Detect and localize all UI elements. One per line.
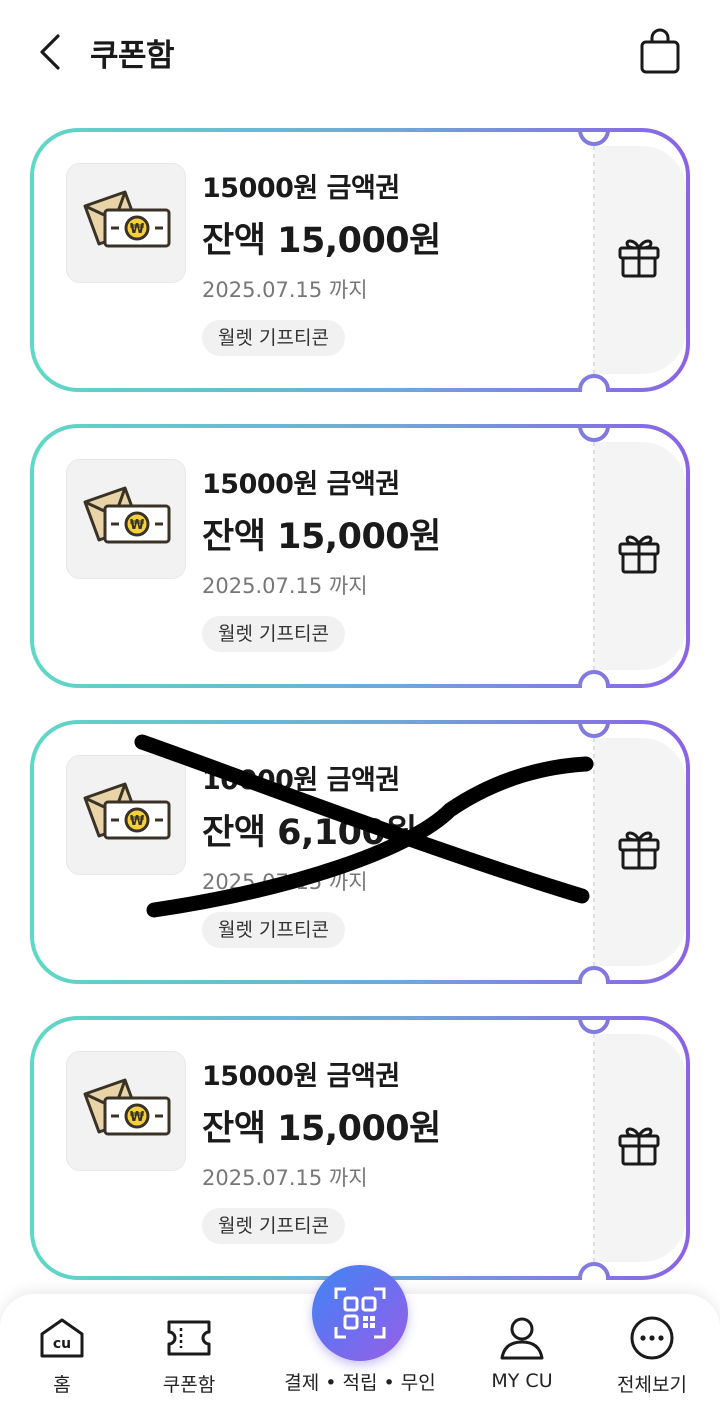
coupon-expiry: 2025.07.15 까지 (202, 278, 368, 302)
chevron-left-icon (40, 34, 60, 70)
qr-code-icon (334, 1287, 386, 1339)
coupon-balance: 잔액 6,100원 (202, 813, 418, 853)
coupon-expiry: 2025.07.15 까지 (202, 574, 368, 598)
svg-text:₩: ₩ (130, 222, 145, 237)
gift-button[interactable] (614, 824, 664, 874)
coupon-card[interactable]: ₩ 10000원 금액권 잔액 6,100원 2025.07.15 까지 월렛 … (30, 720, 690, 984)
coupon-card[interactable]: ₩ 15000원 금액권 잔액 15,000원 2025.07.15 까지 월렛… (30, 128, 690, 392)
coupon-balance: 잔액 15,000원 (202, 517, 441, 557)
gift-icon (618, 239, 660, 278)
nav-label-pay-earn[interactable]: 결제 • 적립 • 무인 (260, 1368, 460, 1395)
nav-label-view-all: 전체보기 (617, 1374, 687, 1396)
coupon-name: 10000원 금액권 (202, 765, 400, 796)
ticket-icon (167, 1320, 211, 1356)
coupon-name: 15000원 금액권 (202, 173, 400, 204)
gift-button[interactable] (614, 528, 664, 578)
coupon-tag: 월렛 기프티콘 (202, 616, 345, 652)
gift-icon (618, 831, 660, 870)
coupon-tag: 월렛 기프티콘 (202, 912, 345, 948)
coupon-image: ₩ (66, 163, 186, 283)
coupon-card[interactable]: ₩ 15000원 금액권 잔액 15,000원 2025.07.15 까지 월렛… (30, 1016, 690, 1280)
coupon-image: ₩ (66, 1051, 186, 1171)
money-envelope-icon: ₩ (83, 486, 171, 544)
more-icon (630, 1316, 674, 1360)
coupon-balance: 잔액 15,000원 (202, 221, 441, 261)
shopping-bag-button[interactable] (634, 26, 686, 78)
coupon-balance: 잔액 15,000원 (202, 1109, 441, 1149)
coupon-tag: 월렛 기프티콘 (202, 320, 345, 356)
back-button[interactable] (30, 28, 74, 76)
coupon-image: ₩ (66, 755, 186, 875)
nav-label-coupons: 쿠폰함 (162, 1374, 216, 1396)
svg-text:₩: ₩ (130, 1110, 145, 1125)
nav-item-coupons[interactable]: 쿠폰함 (124, 1294, 254, 1414)
gift-icon (618, 1127, 660, 1166)
money-envelope-icon: ₩ (83, 782, 171, 840)
home-cu-icon: cu (40, 1318, 84, 1358)
coupon-expiry: 2025.07.15 까지 (202, 870, 368, 894)
nav-item-view-all[interactable]: 전체보기 (587, 1294, 717, 1414)
nav-item-home[interactable]: cu 홈 (0, 1294, 127, 1414)
money-envelope-icon: ₩ (83, 1078, 171, 1136)
coupon-tag: 월렛 기프티콘 (202, 1208, 345, 1244)
top-app-bar: 쿠폰함 (0, 0, 720, 104)
shopping-bag-icon (640, 28, 680, 74)
gift-button[interactable] (614, 1120, 664, 1170)
coupon-image: ₩ (66, 459, 186, 579)
gift-button[interactable] (614, 232, 664, 282)
gift-icon (618, 535, 660, 574)
qr-pay-button[interactable] (312, 1265, 408, 1361)
coupon-expiry: 2025.07.15 까지 (202, 1166, 368, 1190)
svg-text:₩: ₩ (130, 518, 145, 533)
page-title: 쿠폰함 (90, 38, 175, 74)
svg-text:₩: ₩ (130, 814, 145, 829)
nav-label-my-cu: MY CU (491, 1370, 553, 1392)
nav-label-home: 홈 (53, 1374, 71, 1396)
coupon-name: 15000원 금액권 (202, 469, 400, 500)
money-envelope-icon: ₩ (83, 190, 171, 248)
coupon-card[interactable]: ₩ 15000원 금액권 잔액 15,000원 2025.07.15 까지 월렛… (30, 424, 690, 688)
nav-item-my-cu[interactable]: MY CU (457, 1294, 587, 1414)
coupon-name: 15000원 금액권 (202, 1061, 400, 1092)
svg-text:cu: cu (53, 1336, 71, 1352)
person-icon (500, 1317, 544, 1360)
